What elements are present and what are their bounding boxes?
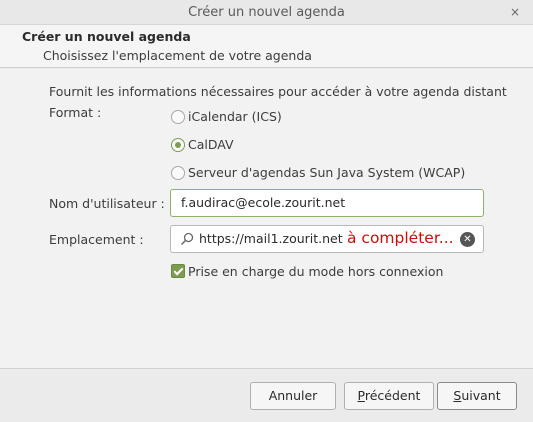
previous-button[interactable]: Précédent	[344, 382, 434, 410]
offline-label[interactable]: Prise en charge du mode hors connexion	[188, 264, 443, 279]
intro-text: Fournit les informations nécessaires pou…	[49, 84, 507, 99]
wizard-footer: Annuler Précédent Suivant	[0, 368, 533, 422]
radio-caldav[interactable]	[171, 138, 185, 152]
format-label: Format :	[49, 105, 102, 120]
previous-accesskey: P	[357, 388, 365, 403]
close-icon[interactable]: ×	[509, 0, 521, 25]
radio-caldav-label[interactable]: CalDAV	[188, 137, 234, 152]
location-annotation: à compléter...	[347, 229, 454, 247]
next-button[interactable]: Suivant	[437, 382, 517, 410]
username-value: f.audirac@ecole.zourit.net	[181, 195, 346, 210]
location-label: Emplacement :	[49, 232, 144, 247]
radio-icalendar-label[interactable]: iCalendar (ICS)	[188, 109, 282, 124]
page-title: Créer un nouvel agenda	[22, 29, 191, 44]
window-titlebar: Créer un nouvel agenda ×	[0, 0, 533, 25]
username-label: Nom d'utilisateur :	[49, 196, 165, 211]
radio-wcap[interactable]	[171, 166, 185, 180]
search-icon	[180, 232, 194, 246]
location-value: https://mail1.zourit.net	[199, 231, 343, 246]
username-field[interactable]: f.audirac@ecole.zourit.net	[170, 189, 484, 217]
wizard-content: Fournit les informations nécessaires pou…	[0, 69, 533, 368]
clear-icon[interactable]: ✕	[460, 232, 475, 247]
wizard-header: Créer un nouvel agenda Choisissez l'empl…	[0, 25, 533, 68]
page-subtitle: Choisissez l'emplacement de votre agenda	[43, 48, 312, 63]
cancel-button[interactable]: Annuler	[250, 382, 336, 410]
offline-checkbox[interactable]	[171, 264, 185, 278]
radio-wcap-label[interactable]: Serveur d'agendas Sun Java System (WCAP)	[188, 165, 465, 180]
window-title: Créer un nouvel agenda	[188, 5, 345, 20]
radio-icalendar[interactable]	[171, 110, 185, 124]
